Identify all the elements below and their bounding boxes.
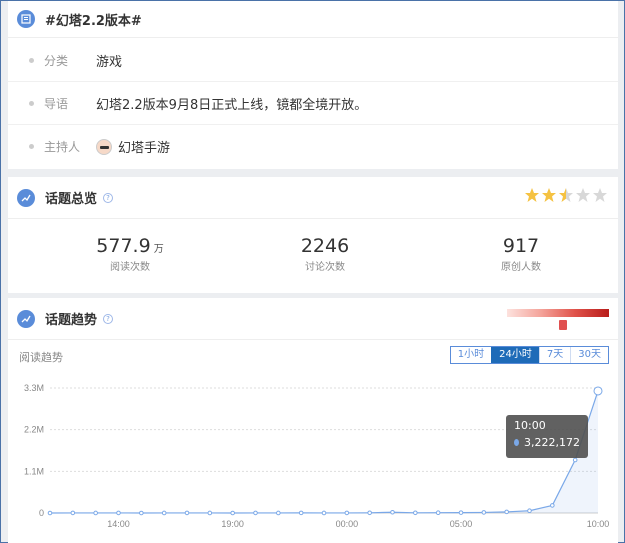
bullet-icon <box>29 144 34 149</box>
stat-label: 阅读次数 <box>110 262 150 273</box>
stat-label: 讨论次数 <box>305 262 345 273</box>
help-icon[interactable]: ? <box>103 192 114 203</box>
info-label: 导语 <box>44 96 69 111</box>
data-point <box>184 510 190 516</box>
highlight-point <box>593 386 603 396</box>
topic-title: #幻塔2.2版本# <box>45 13 142 29</box>
rating-stars <box>523 187 608 203</box>
trend-card: 话题趋势 ? 阅读趋势 1小时 24小时 7天 30天 3.3M 2.2M 1.1M… <box>8 298 618 543</box>
data-point <box>572 457 578 463</box>
x-tick-label: 19:00 <box>221 519 244 529</box>
stat-unit: 万 <box>153 244 164 255</box>
info-value: 游戏 <box>96 54 123 70</box>
chart-tooltip: 10:00 3,222,172 <box>506 415 588 458</box>
star-full-icon <box>542 188 556 202</box>
star-full-icon <box>525 188 539 202</box>
stat-value: 2246 <box>300 235 350 257</box>
star-empty-icon <box>576 188 590 202</box>
bullet-icon <box>29 57 34 63</box>
data-point <box>139 510 144 516</box>
data-point <box>321 510 327 516</box>
data-point <box>116 510 121 516</box>
series-dot-icon <box>514 439 520 446</box>
star-empty-icon <box>593 188 607 202</box>
topic-panel: #幻塔2.2版本# 分类 游戏 导语 幻塔2.2版本9月8日正式上线，镜都全境开… <box>0 0 625 543</box>
data-point <box>458 510 464 515</box>
info-label: 分类 <box>44 53 69 68</box>
info-row-host: 主持人 幻塔手游 <box>8 125 618 168</box>
data-point <box>481 510 487 515</box>
star-half-icon <box>559 188 573 202</box>
overview-card: 话题总览 ? 577.9 万 阅读次数 2246 讨论次数 917 原创人数 <box>8 177 618 293</box>
stat-discussions: 2246 讨论次数 <box>255 235 395 273</box>
data-point <box>435 510 441 515</box>
x-tick-label: 14:00 <box>107 519 130 529</box>
data-point <box>253 510 258 516</box>
data-point <box>70 510 76 516</box>
info-row-category: 分类 游戏 <box>8 39 618 82</box>
data-point <box>47 510 53 516</box>
chart-icon <box>17 188 35 207</box>
y-tick-label: 2.2M <box>24 425 44 435</box>
data-point <box>161 510 167 516</box>
bullet-icon <box>29 100 34 106</box>
info-value: 幻塔2.2版本9月8日正式上线，镜都全境开放。 <box>96 97 368 113</box>
data-point <box>276 510 281 516</box>
y-tick-label: 3.3M <box>24 383 44 393</box>
x-tick-label: 05:00 <box>450 519 473 529</box>
tooltip-value: 3,222,172 <box>524 436 580 449</box>
data-point <box>367 510 372 516</box>
x-tick-label: 00:00 <box>336 519 359 529</box>
info-row-intro: 导语 幻塔2.2版本9月8日正式上线，镜都全境开放。 <box>8 82 618 125</box>
x-tick-label: 10:00 <box>587 519 610 529</box>
data-point <box>550 503 555 508</box>
topic-info-card: #幻塔2.2版本# 分类 游戏 导语 幻塔2.2版本9月8日正式上线，镜都全境开… <box>8 1 618 169</box>
data-point <box>390 509 395 515</box>
data-point <box>230 510 235 516</box>
data-point <box>207 510 213 516</box>
data-point <box>527 508 532 514</box>
y-tick-label: 1.1M <box>24 466 44 476</box>
stat-value: 577.9 <box>96 235 151 257</box>
stat-reads: 577.9 万 阅读次数 <box>60 235 200 273</box>
overview-title: 话题总览 <box>45 192 98 207</box>
stat-authors: 917 原创人数 <box>451 235 591 273</box>
stat-label: 原创人数 <box>501 262 541 273</box>
data-point <box>504 509 509 515</box>
info-label: 主持人 <box>44 140 81 154</box>
data-point <box>93 510 98 516</box>
tooltip-time: 10:00 <box>514 419 546 432</box>
data-point <box>344 510 350 516</box>
host-avatar[interactable] <box>96 138 112 155</box>
y-tick-label: 0 <box>39 508 44 518</box>
topic-header: #幻塔2.2版本# <box>8 1 618 38</box>
document-icon <box>17 10 35 28</box>
stat-value: 917 <box>502 235 540 257</box>
host-name-link[interactable]: 幻塔手游 <box>118 137 170 156</box>
data-point <box>413 510 418 516</box>
data-point <box>298 510 304 516</box>
